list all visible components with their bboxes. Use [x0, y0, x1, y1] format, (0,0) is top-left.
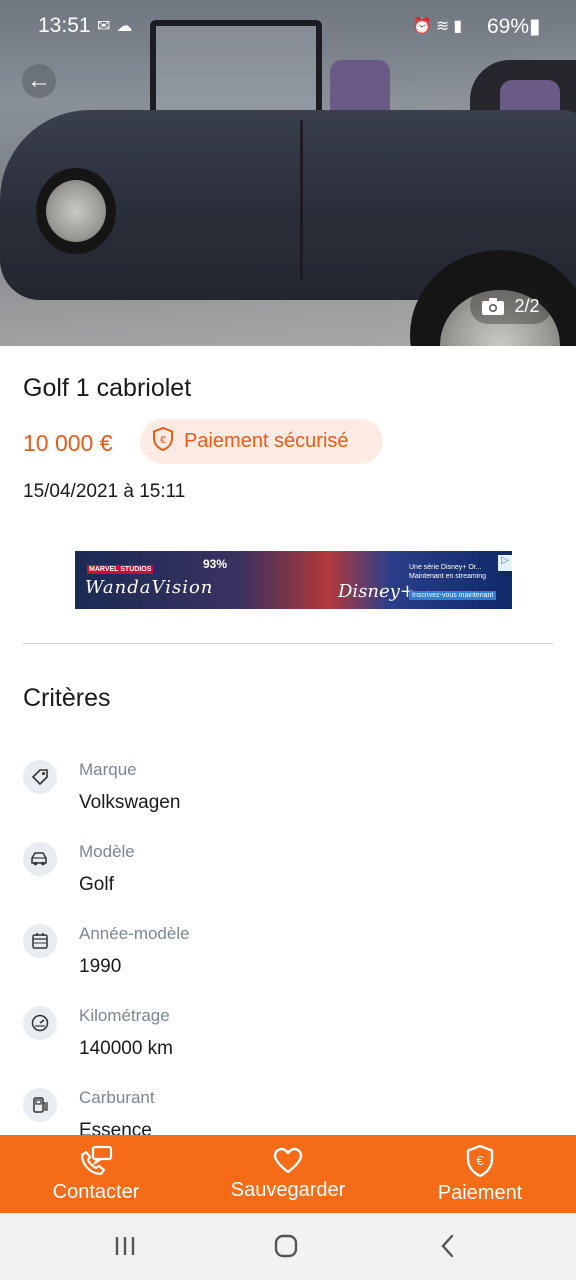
criteria-label: Marque: [79, 760, 137, 779]
home-button[interactable]: [266, 1231, 306, 1261]
photo-car-door: [300, 120, 303, 280]
ad-brand: Disney+: [338, 581, 415, 602]
criteria-label: Année-modèle: [79, 924, 190, 943]
shield-euro-icon: €: [465, 1144, 495, 1178]
status-bar: 13:51 ✉☁ ⏰≋▮ 69%▮: [0, 0, 576, 52]
secure-payment-badge[interactable]: € Paiement sécurisé: [140, 419, 383, 464]
home-icon: [274, 1234, 298, 1258]
chevron-left-icon: [441, 1234, 454, 1258]
fuel-icon: [23, 1088, 57, 1122]
ad-cta: Inscrivez-vous maintenant: [409, 591, 497, 600]
criteria-label: Modèle: [79, 842, 135, 861]
recent-apps-icon: [115, 1237, 135, 1255]
secure-payment-label: Paiement sécurisé: [184, 430, 349, 452]
photo-counter: 2/2: [470, 288, 552, 324]
system-navigation-bar: [0, 1213, 576, 1280]
payment-button[interactable]: € Paiement: [384, 1135, 576, 1213]
car-icon: [23, 842, 57, 876]
shield-euro-icon: €: [152, 426, 174, 457]
criteria-value: 1990: [79, 956, 122, 977]
battery-level: 69%▮: [487, 14, 541, 39]
contact-icon: [79, 1145, 113, 1177]
ad-rating: 93%: [203, 557, 228, 571]
criteria-value: Volkswagen: [79, 792, 181, 813]
action-bar: Contacter Sauvegarder € Paiement: [0, 1135, 576, 1213]
criteria-value: 140000 km: [79, 1038, 174, 1059]
wifi-icon: ≋: [435, 18, 454, 35]
system-back-button[interactable]: [428, 1231, 468, 1261]
alarm-icon: ⏰: [412, 18, 436, 35]
photo-counter-text: 2/2: [514, 295, 540, 316]
message-icon: ✉: [97, 18, 117, 35]
weather-icon: ☁: [116, 18, 139, 35]
listing-price: 10 000 €: [23, 430, 113, 456]
status-system-icons: ⏰≋▮: [412, 16, 466, 36]
listing-photo[interactable]: 13:51 ✉☁ ⏰≋▮ 69%▮ ← 2/2: [0, 0, 576, 346]
signal-icon: ▮: [453, 18, 467, 35]
status-time: 13:51: [38, 14, 91, 37]
listing-title: Golf 1 cabriolet: [23, 374, 192, 402]
save-label: Sauvegarder: [230, 1178, 346, 1201]
contact-label: Contacter: [52, 1180, 140, 1203]
criteria-value: Golf: [79, 874, 114, 895]
criteria-item-modele: Modèle Golf: [23, 842, 543, 912]
section-divider: [23, 643, 553, 644]
status-notification-icons: ✉☁: [97, 16, 138, 36]
heart-icon: [273, 1147, 303, 1175]
ad-title: WandaVision: [85, 577, 214, 598]
contact-button[interactable]: Contacter: [0, 1135, 192, 1213]
save-button[interactable]: Sauvegarder: [192, 1135, 384, 1213]
payment-label: Paiement: [437, 1181, 523, 1204]
criteria-item-annee: Année-modèle 1990: [23, 924, 543, 994]
svg-text:€: €: [476, 1153, 484, 1168]
calendar-icon: [23, 924, 57, 958]
ad-studio: MARVEL STUDIOS: [87, 565, 154, 574]
battery-icon: ▮: [529, 15, 541, 38]
criteria-label: Kilométrage: [79, 1006, 170, 1025]
ad-choices-icon[interactable]: ▷: [498, 555, 512, 571]
back-button[interactable]: ←: [22, 64, 56, 98]
svg-text:€: €: [160, 435, 166, 446]
criteria-item-kilometrage: Kilométrage 140000 km: [23, 1006, 543, 1076]
listing-date: 15/04/2021 à 15:11: [23, 481, 186, 502]
arrow-left-icon: ←: [27, 67, 51, 94]
criteria-label: Carburant: [79, 1088, 155, 1107]
camera-icon: [482, 298, 505, 315]
criteria-section-title: Critères: [23, 684, 111, 712]
battery-percent: 69%: [487, 15, 530, 38]
recent-apps-button[interactable]: [105, 1231, 145, 1261]
tag-icon: [23, 760, 57, 794]
photo-car-front-wheel: [36, 168, 116, 254]
speedometer-icon: [23, 1006, 57, 1040]
ad-tagline: Une série Disney+ Or... Maintenant en st…: [409, 564, 487, 580]
criteria-item-marque: Marque Volkswagen: [23, 760, 543, 830]
ad-banner[interactable]: MARVEL STUDIOS WandaVision 93% Disney+ U…: [75, 551, 512, 609]
